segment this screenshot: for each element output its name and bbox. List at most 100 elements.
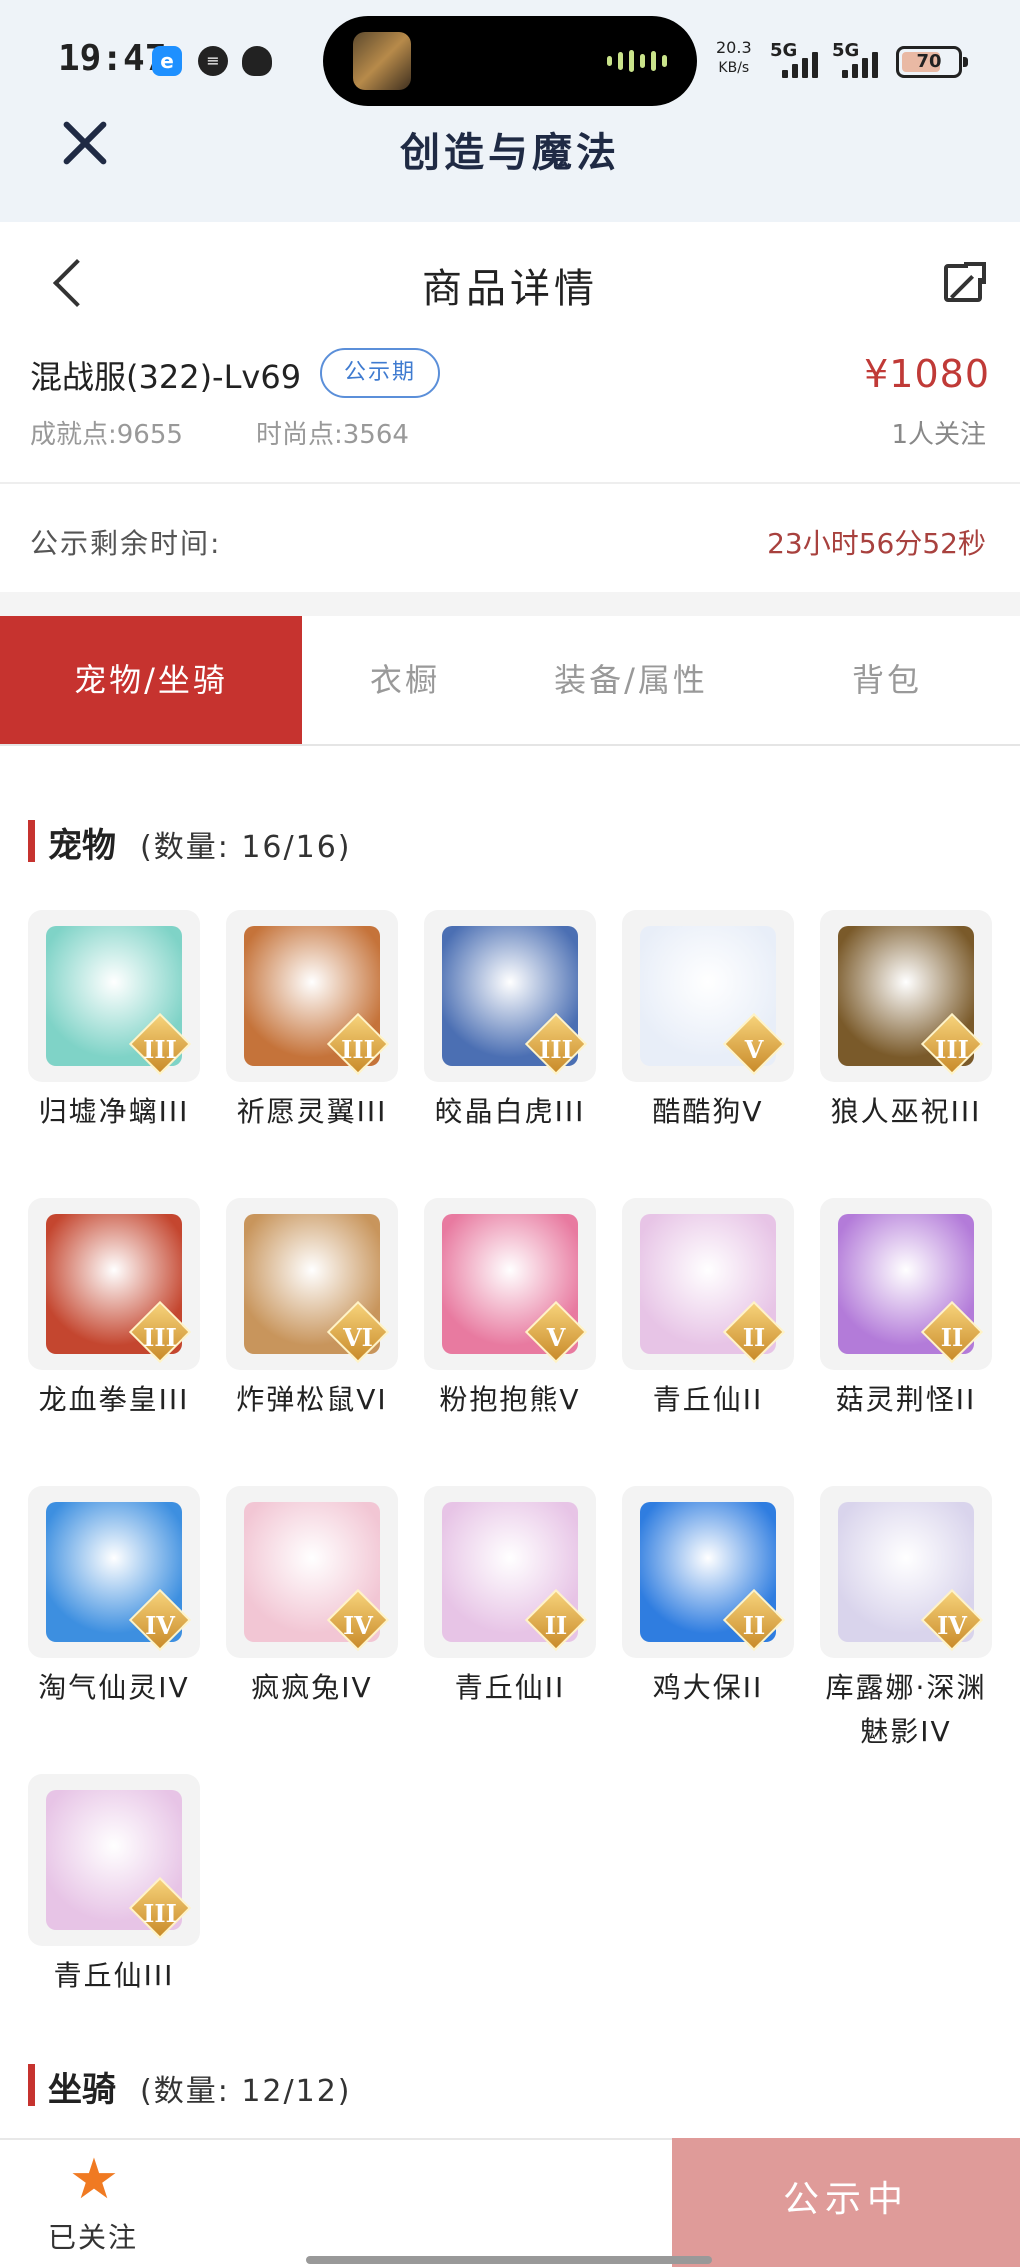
battery-level: 70 [916,51,942,72]
tier-label: III [341,1035,375,1064]
pet-name: 酷酷狗V [652,1095,764,1128]
status-time: 19:47 [58,38,167,79]
pet-name: 皎晶白虎III [434,1095,586,1128]
pet-card[interactable]: IV 疯疯兔IV [226,1486,398,1710]
pet-thumbnail: III [424,910,596,1082]
app-title: 创造与魔法 [400,130,620,176]
tier-label: III [539,1035,573,1064]
pet-thumbnail: V [622,910,794,1082]
tier-label: II [544,1611,568,1640]
tier-label: VI [343,1323,373,1352]
pet-card[interactable]: VI 炸弹松鼠VI [226,1198,398,1422]
pet-thumbnail: III [28,1774,200,1946]
pet-name: 库露娜·深渊魅影IV [825,1671,987,1748]
notification-app-icon: ≡ [198,46,228,76]
pet-card[interactable]: III 皎晶白虎III [424,910,596,1134]
game-thumbnail-icon [353,32,411,90]
dynamic-island[interactable] [323,16,697,106]
pet-name: 炸弹松鼠VI [236,1383,388,1416]
browser-app-icon: e [152,46,182,76]
pet-card[interactable]: V 酷酷狗V [622,910,794,1134]
pet-card[interactable]: II 菇灵荆怪II [820,1198,992,1422]
tier-label: II [742,1611,766,1640]
pet-thumbnail: II [622,1198,794,1370]
pet-thumbnail: III [226,910,398,1082]
pet-thumbnail: IV [28,1486,200,1658]
signal-bars-1-icon [782,50,818,78]
star-icon[interactable]: ★ [66,2152,122,2208]
tab-backpack[interactable]: 背包 [754,616,1020,744]
pet-name: 青丘仙III [53,1959,175,1992]
page-title: 商品详情 [422,266,598,312]
network-speed: 20.3 KB/s [716,38,752,76]
tier-label: III [935,1035,969,1064]
tab-wardrobe[interactable]: 衣橱 [302,616,508,744]
pet-thumbnail: IV [820,1486,992,1658]
pet-card[interactable]: III 青丘仙III [28,1774,200,1998]
pet-thumbnail: III [28,1198,200,1370]
tier-label: IV [343,1611,373,1640]
pet-name: 疯疯兔IV [251,1671,373,1704]
pet-thumbnail: II [622,1486,794,1658]
pets-section-title: 宠物 [48,826,116,866]
tier-label: III [143,1323,177,1352]
public-status-button[interactable]: 公示中 [672,2138,1020,2267]
pet-name: 龙血拳皇III [38,1383,190,1416]
app-header: 19:47 e ≡ 20.3 KB/s 5G 5G 70 创造与魔法 [0,0,1020,222]
pet-thumbnail: III [28,910,200,1082]
price: ¥1080 [864,352,990,396]
mounts-count: (数量: 12/12) [140,2074,352,2109]
pet-name: 菇灵荆怪II [835,1383,977,1416]
tier-label: IV [937,1611,967,1640]
pet-card[interactable]: III 狼人巫祝III [820,910,992,1134]
tier-label: III [143,1899,177,1928]
pet-card[interactable]: III 归墟净螭III [28,910,200,1134]
pet-card[interactable]: IV 淘气仙灵IV [28,1486,200,1710]
section-marker [28,820,35,862]
signal-bars-2-icon [842,50,878,78]
tab-equipment-attributes[interactable]: 装备/属性 [508,616,754,744]
tab-bar: 宠物/坐骑 衣橱 装备/属性 背包 [0,616,1020,746]
pet-card[interactable]: III 龙血拳皇III [28,1198,200,1422]
follower-count: 1人关注 [891,420,986,450]
remaining-time-label: 公示剩余时间: [30,527,222,560]
section-gap [0,592,1020,616]
tier-label: III [143,1035,177,1064]
pet-thumbnail: II [820,1198,992,1370]
tier-label: IV [145,1611,175,1640]
tier-label: II [940,1323,964,1352]
pet-card[interactable]: III 祈愿灵翼III [226,910,398,1134]
server-level: 混战服(322)-Lv69 [30,358,302,396]
tab-pets-mounts[interactable]: 宠物/坐骑 [0,616,302,744]
pet-thumbnail: VI [226,1198,398,1370]
pet-thumbnail: II [424,1486,596,1658]
pet-name: 祈愿灵翼III [236,1095,388,1128]
pet-name: 鸡大保II [652,1671,764,1704]
battery-icon: 70 [896,46,968,78]
mounts-section-title: 坐骑 [48,2070,116,2110]
pet-card[interactable]: IV 库露娜·深渊魅影IV [820,1486,992,1754]
pet-thumbnail: V [424,1198,596,1370]
pet-card[interactable]: V 粉抱抱熊V [424,1198,596,1422]
pet-name: 青丘仙II [454,1671,566,1704]
pet-name: 青丘仙II [652,1383,764,1416]
pet-name: 淘气仙灵IV [38,1671,190,1704]
tier-label: V [744,1035,764,1064]
pet-name: 粉抱抱熊V [439,1383,581,1416]
qq-penguin-icon [242,46,272,76]
pet-card[interactable]: II 青丘仙II [424,1486,596,1710]
home-indicator[interactable] [306,2256,712,2264]
pets-count: (数量: 16/16) [140,830,352,865]
follow-label[interactable]: 已关注 [48,2216,138,2256]
pet-name: 归墟净螭III [38,1095,190,1128]
divider [0,482,1020,484]
pet-card[interactable]: II 青丘仙II [622,1198,794,1422]
pet-thumbnail: III [820,910,992,1082]
pet-card[interactable]: II 鸡大保II [622,1486,794,1710]
achievement-points: 成就点:9655 [30,420,183,450]
tier-label: II [742,1323,766,1352]
fashion-points: 时尚点:3564 [256,420,409,450]
pet-name: 狼人巫祝III [830,1095,982,1128]
status-badge: 公示期 [320,348,440,398]
tier-label: V [546,1323,566,1352]
